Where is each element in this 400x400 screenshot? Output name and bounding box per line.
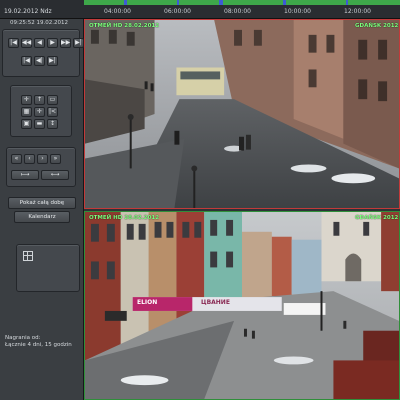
frame-forward-button[interactable]: ▶| bbox=[47, 56, 58, 66]
range-span-button[interactable]: ⟷ bbox=[41, 170, 69, 180]
camera-1-badge: GDAŃSK 2012 bbox=[355, 23, 399, 29]
jump-forward-button[interactable]: » bbox=[50, 154, 61, 164]
fast-forward-button[interactable]: ▶▶ bbox=[60, 38, 71, 48]
grid-layout-icon[interactable] bbox=[23, 251, 33, 261]
camera-1-name: ОТМЕЙ HD 28.02.2012 bbox=[89, 23, 160, 29]
bar-button[interactable]: ▬ bbox=[34, 119, 45, 129]
recording-strip[interactable] bbox=[0, 0, 400, 5]
frame-button[interactable]: ▭ bbox=[47, 95, 58, 105]
timeline-tick: 10:00:00 bbox=[284, 8, 311, 15]
camera-feed-1 bbox=[85, 20, 399, 208]
pause-button[interactable]: ◀| bbox=[34, 56, 45, 66]
recording-segment[interactable] bbox=[348, 0, 400, 5]
snapshot-button[interactable]: ▣ bbox=[21, 119, 32, 129]
camera-2-name: ОТМЕЙ HD 28.02.2012 bbox=[89, 215, 160, 221]
center-button[interactable]: ✛ bbox=[34, 107, 45, 117]
timeline-date: 19.02.2012 Ndz bbox=[4, 8, 52, 15]
frame-back-button[interactable]: |◀ bbox=[21, 56, 32, 66]
range-start-button[interactable]: ⟼ bbox=[11, 170, 39, 180]
current-time: 09:25:52 19.02.2012 bbox=[10, 20, 68, 26]
camera-view-1[interactable]: ОТМЕЙ HD 28.02.2012 GDAŃSK 2012 bbox=[84, 19, 400, 209]
timeline-tick: 12:00:00 bbox=[344, 8, 371, 15]
banner-left-text: ELION bbox=[137, 299, 158, 306]
skip-start-button[interactable]: |◀ bbox=[8, 38, 19, 48]
recording-segment[interactable] bbox=[179, 0, 219, 5]
move-icon-button[interactable]: ✛ bbox=[21, 95, 32, 105]
recording-segment[interactable] bbox=[84, 0, 124, 5]
recording-duration: Łącznie 4 dni, 15 godzin bbox=[5, 342, 72, 348]
recording-segment[interactable] bbox=[127, 0, 177, 5]
playback-panel: |◀ ◀◀ ◀ ▶ ▶▶ ▶| |◀ ◀| ▶| bbox=[2, 29, 84, 77]
next-button[interactable]: › bbox=[37, 154, 48, 164]
go-start-button[interactable]: |< bbox=[47, 107, 58, 117]
navigation-panel: « ‹ › » ⟼ ⟷ bbox=[6, 147, 76, 187]
ptz-panel: ✛ ↑ ▭ ▦ ✛ |< ▣ ▬ ↕ bbox=[10, 85, 72, 137]
grid-button[interactable]: ▦ bbox=[21, 107, 32, 117]
control-sidebar: 09:25:52 19.02.2012 |◀ ◀◀ ◀ ▶ ▶▶ ▶| |◀ ◀… bbox=[0, 19, 84, 400]
calendar-button[interactable]: Kalendarz bbox=[14, 211, 70, 223]
timeline-tick: 04:00:00 bbox=[104, 8, 131, 15]
jump-back-button[interactable]: « bbox=[11, 154, 22, 164]
timeline-bar[interactable]: 19.02.2012 Ndz 04:00:00 06:00:00 08:00:0… bbox=[0, 0, 400, 19]
skip-end-button[interactable]: ▶| bbox=[73, 38, 84, 48]
tilt-up-button[interactable]: ↑ bbox=[34, 95, 45, 105]
layout-panel bbox=[16, 244, 80, 292]
camera-feed-2 bbox=[85, 212, 399, 399]
camera-view-2[interactable]: ОТМЕЙ HD 28.02.2012 GDAŃSK 2012 ELION ЦВ… bbox=[84, 211, 400, 400]
recording-label: Nagrania od: bbox=[5, 335, 41, 341]
prev-button[interactable]: ‹ bbox=[24, 154, 35, 164]
step-back-button[interactable]: ◀ bbox=[34, 38, 45, 48]
banner-right-text: ЦВАНИЕ bbox=[201, 299, 230, 306]
recording-segment[interactable] bbox=[286, 0, 346, 5]
rewind-button[interactable]: ◀◀ bbox=[21, 38, 32, 48]
recording-segment[interactable] bbox=[223, 0, 283, 5]
play-button[interactable]: ▶ bbox=[47, 38, 58, 48]
show-full-day-button[interactable]: Pokaż całą dobę bbox=[8, 197, 76, 209]
camera-2-badge: GDAŃSK 2012 bbox=[355, 215, 399, 221]
resize-button[interactable]: ↕ bbox=[47, 119, 58, 129]
timeline-tick: 06:00:00 bbox=[164, 8, 191, 15]
timeline-ticks: 04:00:00 06:00:00 08:00:00 10:00:00 12:0… bbox=[84, 8, 400, 18]
timeline-tick: 08:00:00 bbox=[224, 8, 251, 15]
recording-segment[interactable] bbox=[0, 0, 84, 5]
